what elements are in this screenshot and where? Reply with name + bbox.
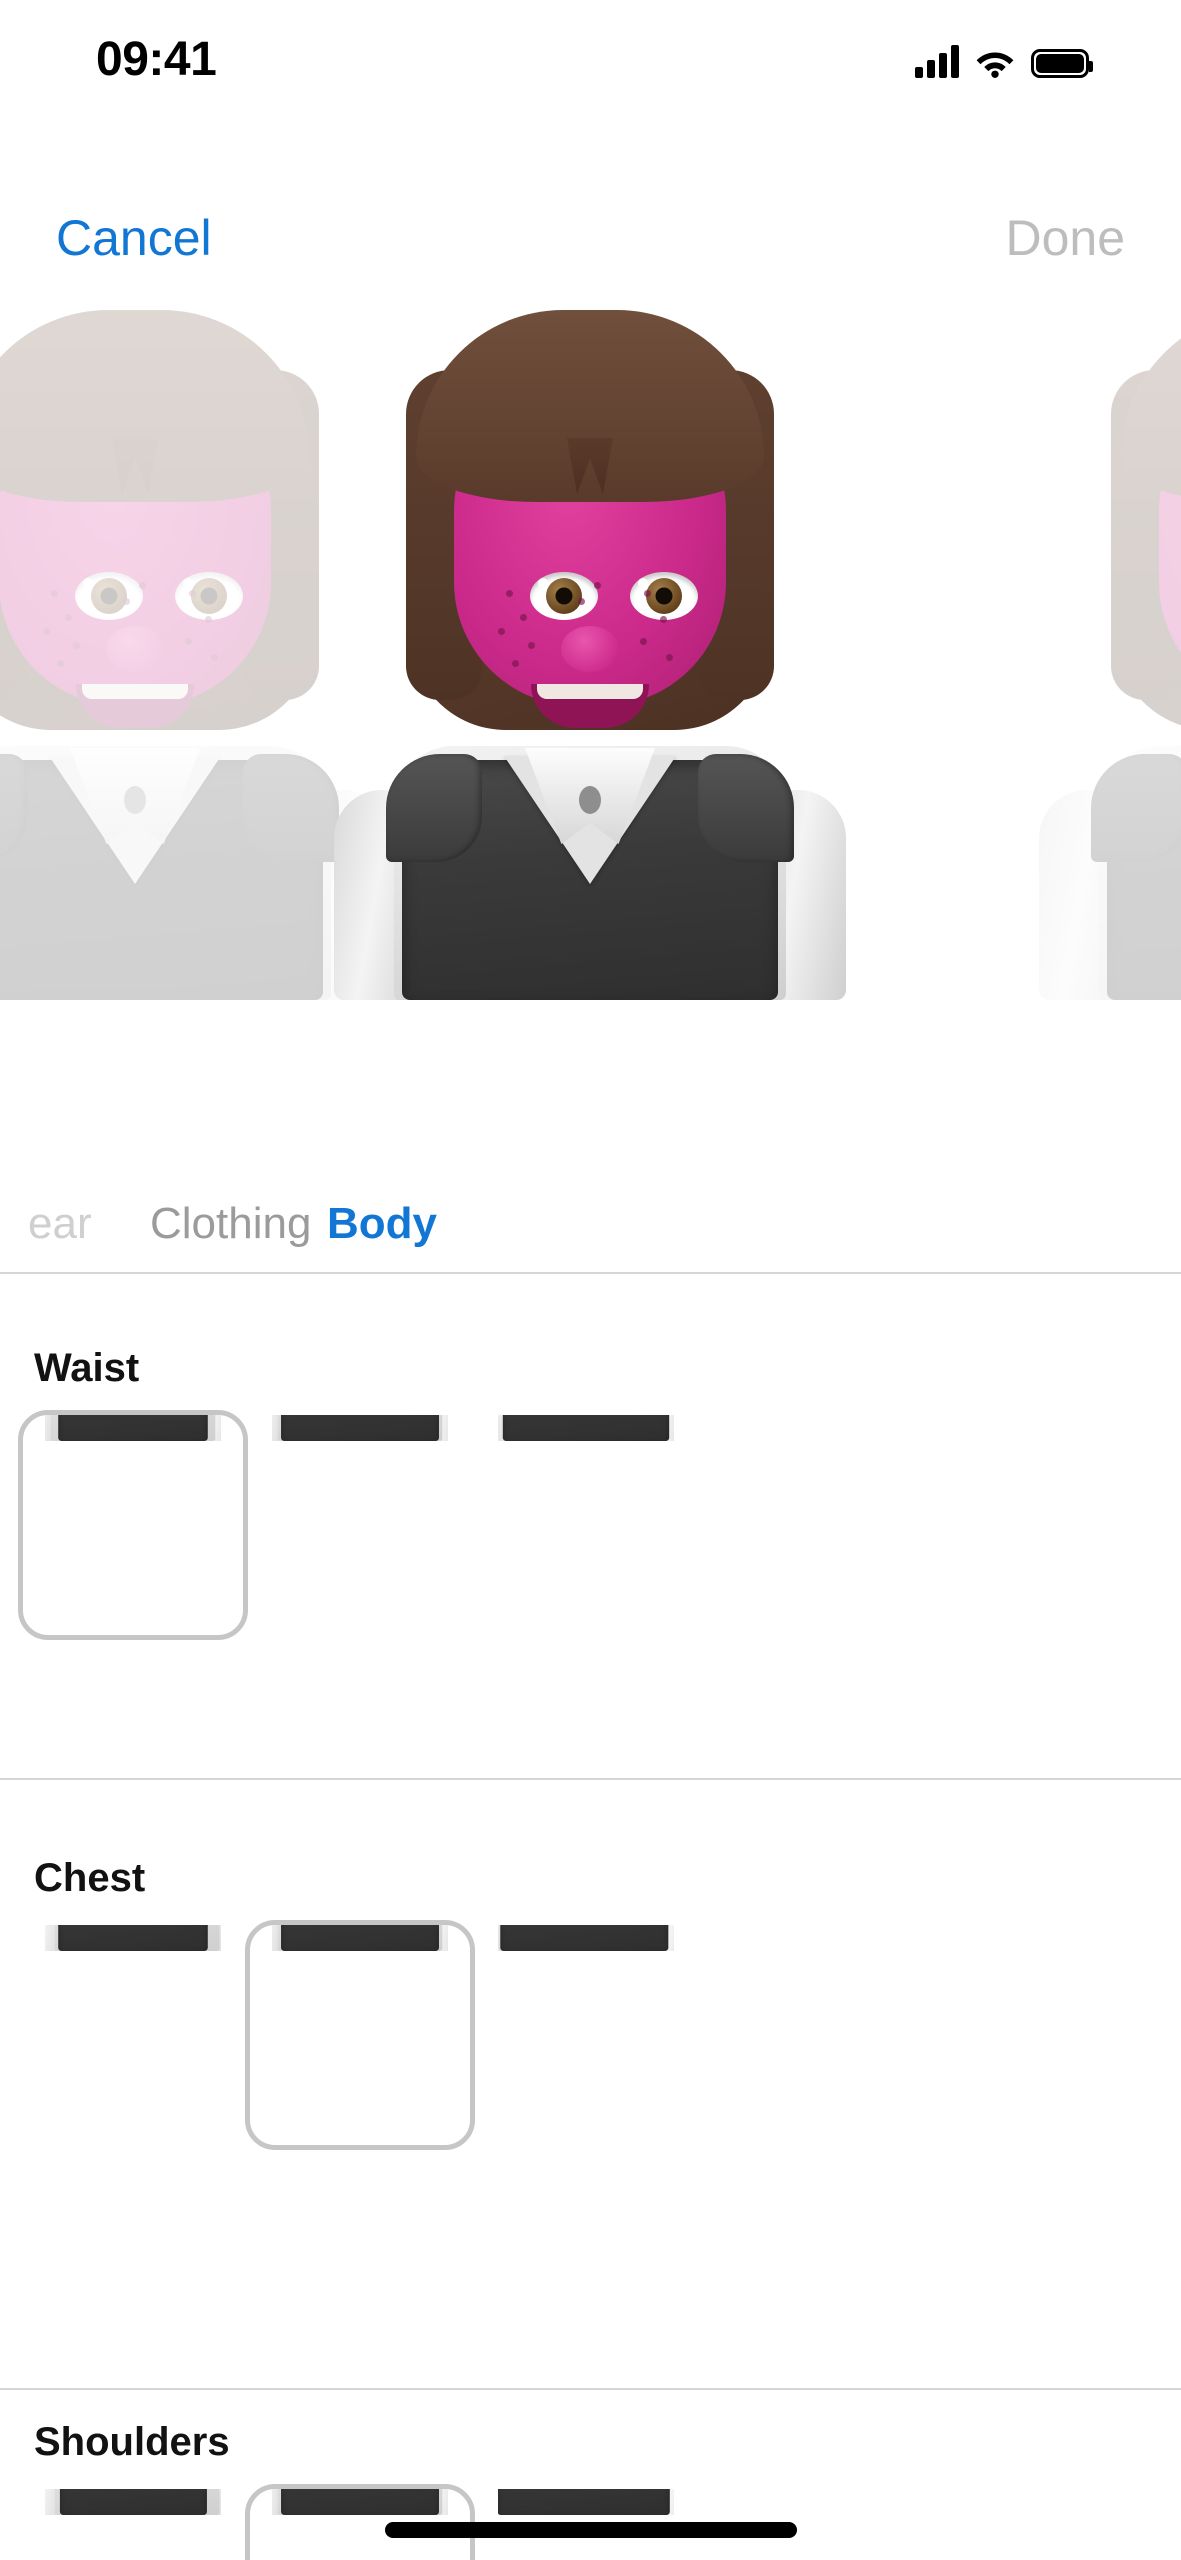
battery-full-icon bbox=[1031, 49, 1093, 78]
waist-thumbnail-2 bbox=[272, 1415, 448, 1635]
wifi-icon bbox=[976, 52, 1014, 78]
memoji-eye-left bbox=[75, 572, 143, 620]
tab-clothing[interactable]: Clothing bbox=[150, 1199, 311, 1249]
memoji-nose bbox=[561, 626, 619, 672]
memoji-eye-left bbox=[530, 572, 598, 620]
memoji-vest bbox=[1091, 754, 1181, 1000]
category-tab-bar: ear Clothing Body bbox=[0, 1175, 1181, 1273]
chest-option-3[interactable] bbox=[471, 1920, 701, 2150]
memoji-head bbox=[406, 310, 774, 740]
status-bar-time: 09:41 bbox=[96, 33, 217, 86]
memoji-nose bbox=[106, 626, 164, 672]
memoji-shirt-button bbox=[124, 786, 146, 814]
shoulders-thumbnail-1 bbox=[45, 2489, 221, 2560]
divider-chest-shoulders bbox=[0, 2388, 1181, 2390]
memoji-shirt-button bbox=[579, 786, 601, 814]
memoji-eye-right bbox=[630, 572, 698, 620]
avatar-preview-next[interactable] bbox=[945, 300, 1181, 1000]
memoji-bangs bbox=[1121, 310, 1181, 502]
waist-option-2[interactable] bbox=[245, 1410, 475, 1640]
section-title-chest: Chest bbox=[34, 1856, 146, 1900]
option-row-waist bbox=[0, 1410, 1181, 1640]
tab-bar-divider bbox=[0, 1272, 1181, 1274]
waist-option-3[interactable] bbox=[471, 1410, 701, 1640]
navigation-bar: Cancel Done bbox=[0, 188, 1181, 288]
tab-body[interactable]: Body bbox=[327, 1199, 437, 1249]
chest-thumbnail-2 bbox=[272, 1925, 448, 2145]
chest-thumbnail-1 bbox=[45, 1925, 221, 2145]
section-title-shoulders: Shoulders bbox=[34, 2420, 230, 2464]
memoji-figure bbox=[240, 300, 940, 1000]
memoji-head bbox=[1111, 310, 1181, 740]
divider-waist-chest bbox=[0, 1778, 1181, 1780]
chest-option-2[interactable] bbox=[245, 1920, 475, 2150]
status-bar-indicators bbox=[915, 32, 1093, 78]
shoulders-option-1[interactable] bbox=[18, 2484, 248, 2560]
memoji-editor-screen: 09:41 Cancel Done ear Clothing Body Wais… bbox=[0, 0, 1181, 2560]
chest-thumbnail-3 bbox=[498, 1925, 674, 2145]
status-bar: 09:41 bbox=[0, 0, 1181, 110]
memoji-vest bbox=[386, 748, 794, 1000]
avatar-preview-carousel[interactable] bbox=[0, 300, 1181, 1050]
memoji-eye-right bbox=[175, 572, 243, 620]
cellular-signal-icon bbox=[915, 44, 959, 78]
avatar-preview-current[interactable] bbox=[240, 300, 940, 1000]
waist-thumbnail-3 bbox=[498, 1415, 674, 1635]
done-button[interactable]: Done bbox=[1005, 213, 1125, 263]
tab-headwear[interactable]: ear bbox=[28, 1199, 92, 1249]
chest-option-1[interactable] bbox=[18, 1920, 248, 2150]
section-title-waist: Waist bbox=[34, 1346, 140, 1390]
option-row-chest bbox=[0, 1920, 1181, 2150]
cancel-button[interactable]: Cancel bbox=[56, 213, 212, 263]
home-indicator[interactable] bbox=[384, 2522, 797, 2538]
waist-option-1[interactable] bbox=[18, 1410, 248, 1640]
waist-thumbnail-1 bbox=[45, 1415, 221, 1635]
memoji-bangs bbox=[416, 310, 764, 502]
memoji-figure bbox=[945, 300, 1181, 1000]
